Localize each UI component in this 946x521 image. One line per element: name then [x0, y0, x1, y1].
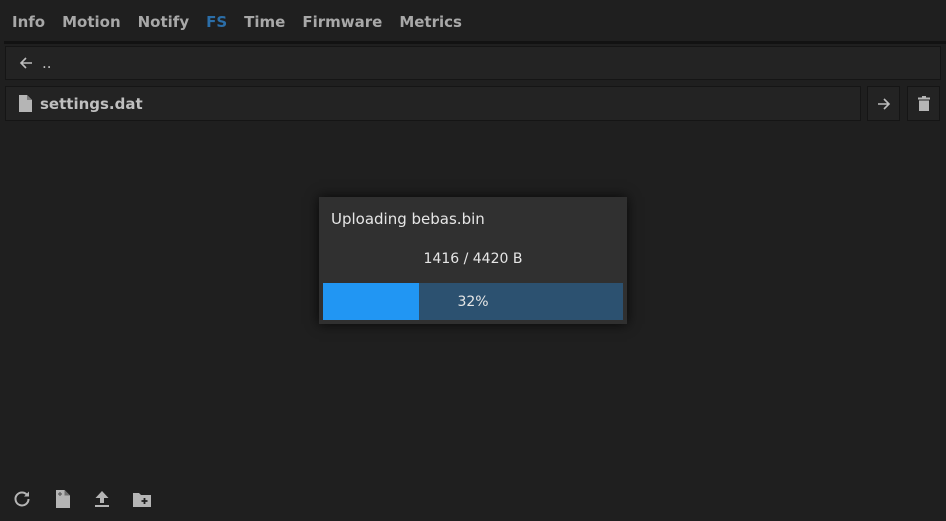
tab-info[interactable]: Info	[6, 0, 51, 44]
file-row[interactable]: settings.dat	[5, 86, 861, 121]
parent-directory-row[interactable]: ..	[5, 46, 941, 80]
delete-file-button[interactable]	[907, 86, 940, 121]
arrow-left-icon	[18, 55, 34, 71]
tab-metrics[interactable]: Metrics	[393, 0, 468, 44]
bottom-toolbar	[12, 488, 152, 510]
parent-directory-label: ..	[42, 54, 52, 72]
trash-icon	[917, 95, 930, 112]
tab-bar: Info Motion Notify FS Time Firmware Metr…	[0, 0, 946, 44]
tab-motion[interactable]: Motion	[56, 0, 127, 44]
file-name: settings.dat	[40, 94, 143, 113]
upload-byte-count: 1416 / 4420 B	[423, 251, 523, 267]
file-icon	[18, 95, 32, 112]
new-folder-button[interactable]	[132, 488, 152, 510]
upload-icon	[94, 490, 110, 508]
new-file-icon	[55, 490, 70, 508]
open-file-button[interactable]	[867, 86, 900, 121]
refresh-button[interactable]	[12, 488, 32, 510]
upload-title: Uploading bebas.bin	[331, 210, 485, 228]
new-folder-icon	[133, 491, 151, 507]
refresh-icon	[13, 490, 31, 508]
tab-fs[interactable]: FS	[200, 0, 234, 44]
upload-dialog: Uploading bebas.bin 1416 / 4420 B 32%	[319, 197, 627, 324]
new-file-button[interactable]	[52, 488, 72, 510]
upload-button[interactable]	[92, 488, 112, 510]
upload-progress-bar: 32%	[323, 283, 623, 320]
tab-divider	[4, 41, 946, 44]
tab-time[interactable]: Time	[238, 0, 291, 44]
upload-progress-label: 32%	[457, 293, 489, 310]
tab-firmware[interactable]: Firmware	[296, 0, 388, 44]
arrow-right-icon	[876, 96, 892, 112]
tab-notify[interactable]: Notify	[132, 0, 195, 44]
